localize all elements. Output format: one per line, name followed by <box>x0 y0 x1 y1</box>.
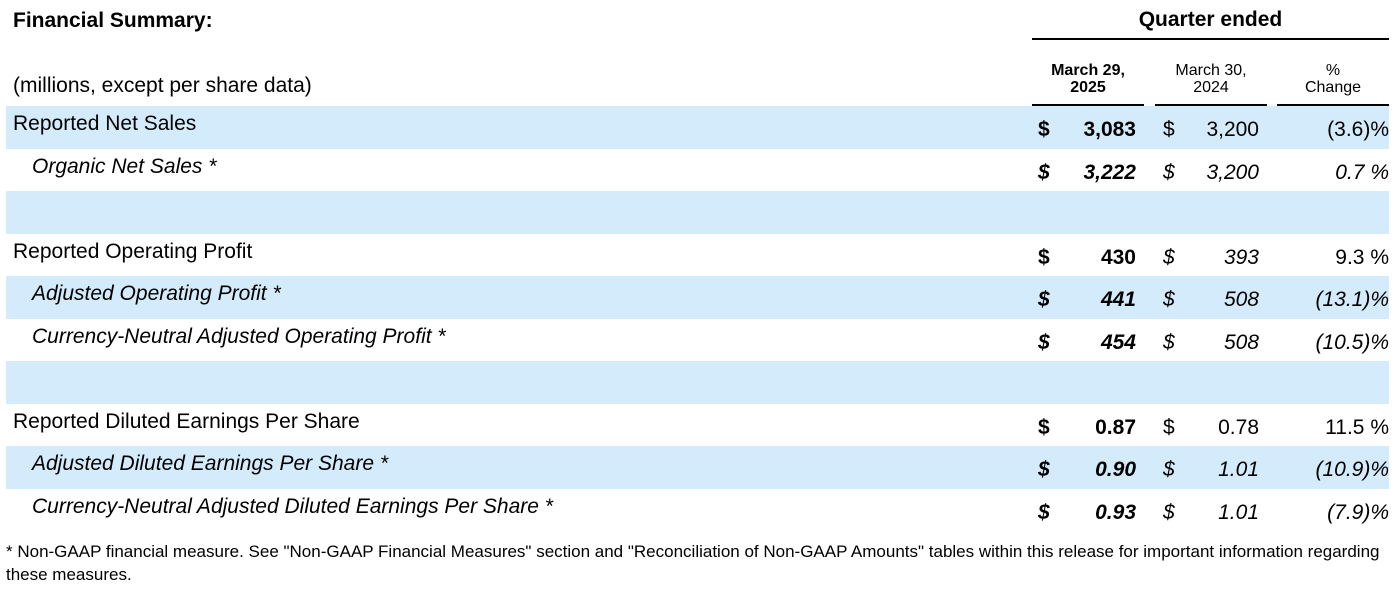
percent-change: 0.7 % <box>1335 160 1389 184</box>
prior-value: 0.78 <box>1218 415 1259 439</box>
table-row: Currency-Neutral Adjusted Diluted Earnin… <box>6 489 1389 532</box>
row-label: Adjusted Diluted Earnings Per Share * <box>32 452 389 475</box>
column-header-prior-line2: 2024 <box>1193 79 1229 96</box>
prior-value: 508 <box>1223 330 1259 354</box>
prior-value: 3,200 <box>1206 118 1259 141</box>
quarter-ended-header: Quarter ended <box>1032 8 1389 40</box>
column-header-prior: March 30, 2024 <box>1155 62 1267 106</box>
prior-value: 3,200 <box>1206 160 1259 184</box>
current-value: 430 <box>1100 245 1136 269</box>
current-value: 3,083 <box>1083 118 1136 141</box>
column-header-change: % Change <box>1277 62 1389 106</box>
table-row: Reported Net Sales $ 3,083 $ 3,200 (3.6)… <box>6 106 1389 149</box>
prior-dollar-sign: $ <box>1163 415 1175 439</box>
row-label: Reported Diluted Earnings Per Share <box>13 409 360 433</box>
row-label: Organic Net Sales * <box>32 154 217 178</box>
row-label: Reported Operating Profit <box>13 239 253 263</box>
percent-change: (10.9)% <box>1315 458 1389 481</box>
prior-value: 1.01 <box>1218 500 1259 524</box>
percent-change: (10.5)% <box>1315 330 1389 354</box>
current-value: 441 <box>1100 288 1136 311</box>
spacer-row <box>6 191 1389 234</box>
current-value: 3,222 <box>1083 160 1136 184</box>
current-dollar-sign: $ <box>1038 160 1050 184</box>
row-label: Reported Net Sales <box>13 112 197 135</box>
table-row: Reported Operating Profit $ 430 $ 393 9.… <box>6 234 1389 277</box>
spacer-row <box>6 361 1389 404</box>
table-row: Reported Diluted Earnings Per Share $ 0.… <box>6 404 1389 447</box>
percent-change: 9.3 % <box>1335 245 1389 269</box>
current-value: 454 <box>1100 330 1136 354</box>
footnote: * Non-GAAP financial measure. See "Non-G… <box>6 542 1380 584</box>
table-row: Organic Net Sales * $ 3,222 $ 3,200 0.7 … <box>6 149 1389 192</box>
current-value: 0.93 <box>1095 500 1136 524</box>
table-row: Adjusted Diluted Earnings Per Share * $ … <box>6 446 1389 489</box>
current-dollar-sign: $ <box>1038 245 1050 269</box>
column-header-change-line1: % <box>1325 62 1341 79</box>
current-dollar-sign: $ <box>1038 288 1050 311</box>
row-label: Adjusted Operating Profit * <box>32 282 281 305</box>
percent-change: 11.5 % <box>1325 415 1389 439</box>
current-dollar-sign: $ <box>1038 118 1050 141</box>
row-label: Currency-Neutral Adjusted Operating Prof… <box>32 324 446 348</box>
prior-dollar-sign: $ <box>1163 245 1175 269</box>
prior-dollar-sign: $ <box>1163 458 1175 481</box>
percent-change: (3.6)% <box>1327 118 1389 141</box>
table-row: Currency-Neutral Adjusted Operating Prof… <box>6 319 1389 362</box>
prior-dollar-sign: $ <box>1163 330 1175 354</box>
financial-table: Reported Net Sales $ 3,083 $ 3,200 (3.6)… <box>6 106 1389 531</box>
column-header-prior-line1: March 30, <box>1175 62 1247 79</box>
prior-value: 508 <box>1223 288 1259 311</box>
prior-value: 1.01 <box>1218 458 1259 481</box>
prior-dollar-sign: $ <box>1163 118 1175 141</box>
table-row: Adjusted Operating Profit * $ 441 $ 508 … <box>6 276 1389 319</box>
prior-value: 393 <box>1223 245 1259 269</box>
column-header-current: March 29, 2025 <box>1032 62 1144 106</box>
percent-change: (7.9)% <box>1327 500 1389 524</box>
current-dollar-sign: $ <box>1038 500 1050 524</box>
column-header-change-line2: Change <box>1304 79 1362 96</box>
table-title: Financial Summary: <box>13 9 213 32</box>
prior-dollar-sign: $ <box>1163 160 1175 184</box>
current-dollar-sign: $ <box>1038 415 1050 439</box>
current-dollar-sign: $ <box>1038 458 1050 481</box>
current-value: 0.87 <box>1095 415 1136 439</box>
prior-dollar-sign: $ <box>1163 288 1175 311</box>
column-header-current-line2: 2025 <box>1070 79 1106 96</box>
column-header-current-line1: March 29, <box>1051 62 1125 79</box>
current-value: 0.90 <box>1095 458 1136 481</box>
row-label: Currency-Neutral Adjusted Diluted Earnin… <box>32 494 553 518</box>
units-note: (millions, except per share data) <box>13 74 312 97</box>
percent-change: (13.1)% <box>1315 288 1389 311</box>
current-dollar-sign: $ <box>1038 330 1050 354</box>
prior-dollar-sign: $ <box>1163 500 1175 524</box>
